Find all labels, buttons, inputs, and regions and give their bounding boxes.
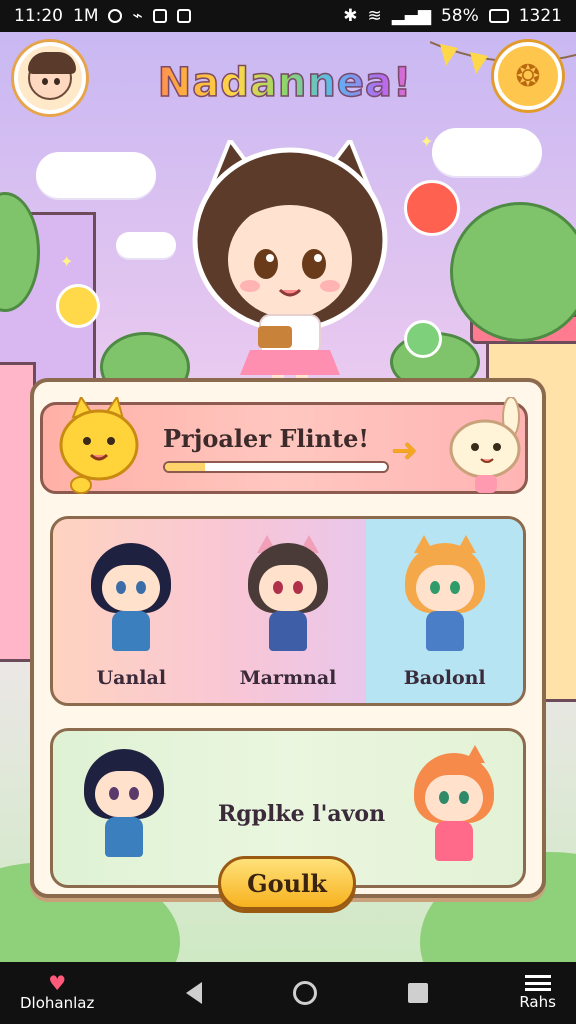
reward-text: Rgplke l'avon: [218, 801, 386, 827]
bunny-mascot-icon: [449, 397, 521, 493]
heart-icon: ♥: [48, 971, 67, 995]
character-card[interactable]: Uanlal: [53, 519, 210, 703]
image-icon: [152, 9, 167, 23]
signal-icon: ▂▄▆: [391, 6, 431, 26]
character-card[interactable]: Marmnal: [210, 519, 367, 703]
menu-icon: [524, 975, 551, 991]
status-label: 1M: [73, 6, 99, 26]
character-card[interactable]: Baolonl: [366, 519, 524, 703]
balloon-green: [404, 320, 442, 358]
go-button[interactable]: Goulk: [218, 856, 356, 910]
character-portrait: [79, 749, 169, 867]
shop-button[interactable]: ❂: [494, 42, 562, 110]
character-name: Marmnal: [239, 667, 337, 689]
arrow-icon: ⌁: [132, 6, 143, 26]
profile-avatar-button[interactable]: [14, 42, 86, 114]
wifi-icon: ≋: [367, 6, 382, 26]
promo-progress-fill: [165, 462, 205, 471]
balloon-red: [404, 180, 460, 236]
avatar-face-icon: [28, 52, 76, 100]
bluetooth-icon: ✱: [343, 6, 358, 26]
arrow-right-icon: ➜: [391, 431, 418, 469]
nav-favorites-label: Dlohanlaz: [20, 994, 95, 1012]
home-icon[interactable]: [292, 981, 317, 1005]
battery-icon: [488, 9, 509, 23]
cloud: [116, 232, 176, 258]
status-time: 11:20: [14, 6, 63, 26]
sun-critter: [56, 284, 100, 328]
yellow-cat-mascot-icon: [59, 397, 139, 494]
nav-menu[interactable]: Rahs: [519, 975, 556, 1011]
cloud: [432, 128, 542, 176]
battery-percent: 58%: [440, 6, 479, 26]
hero-character: [192, 140, 388, 393]
bag-icon: ❂: [515, 58, 541, 94]
sparkle: ✦: [60, 252, 74, 271]
sparkle: ✦: [420, 132, 434, 151]
character-portrait: [243, 535, 333, 661]
character-select-row: Uanlal Marmnal Baolonl: [50, 516, 526, 706]
notification-icon: [108, 9, 123, 23]
nav-menu-label: Rahs: [519, 993, 556, 1011]
recents-icon[interactable]: [408, 983, 429, 1003]
navigation-bar: ♥ Dlohanlaz Rahs: [0, 962, 576, 1024]
status-clock-right: 1321: [518, 6, 562, 26]
promo-banner[interactable]: Prjoaler Flinte! ➜: [40, 397, 528, 494]
character-name: Uanlal: [96, 667, 167, 689]
character-portrait: [400, 535, 490, 661]
nav-favorites[interactable]: ♥ Dlohanlaz: [20, 971, 95, 1012]
character-name: Baolonl: [403, 667, 486, 689]
status-bar: 11:20 1M ⌁ ✱ ≋ ▂▄▆ 58% 1321: [0, 0, 576, 32]
cloud: [36, 152, 156, 198]
character-portrait: [86, 543, 176, 661]
game-title: Nadannea!: [140, 59, 430, 107]
tree: [450, 202, 576, 342]
promo-progress-bar: [163, 460, 389, 473]
back-icon[interactable]: [185, 982, 202, 1004]
camera-icon: [176, 9, 191, 23]
character-portrait: [409, 745, 499, 871]
